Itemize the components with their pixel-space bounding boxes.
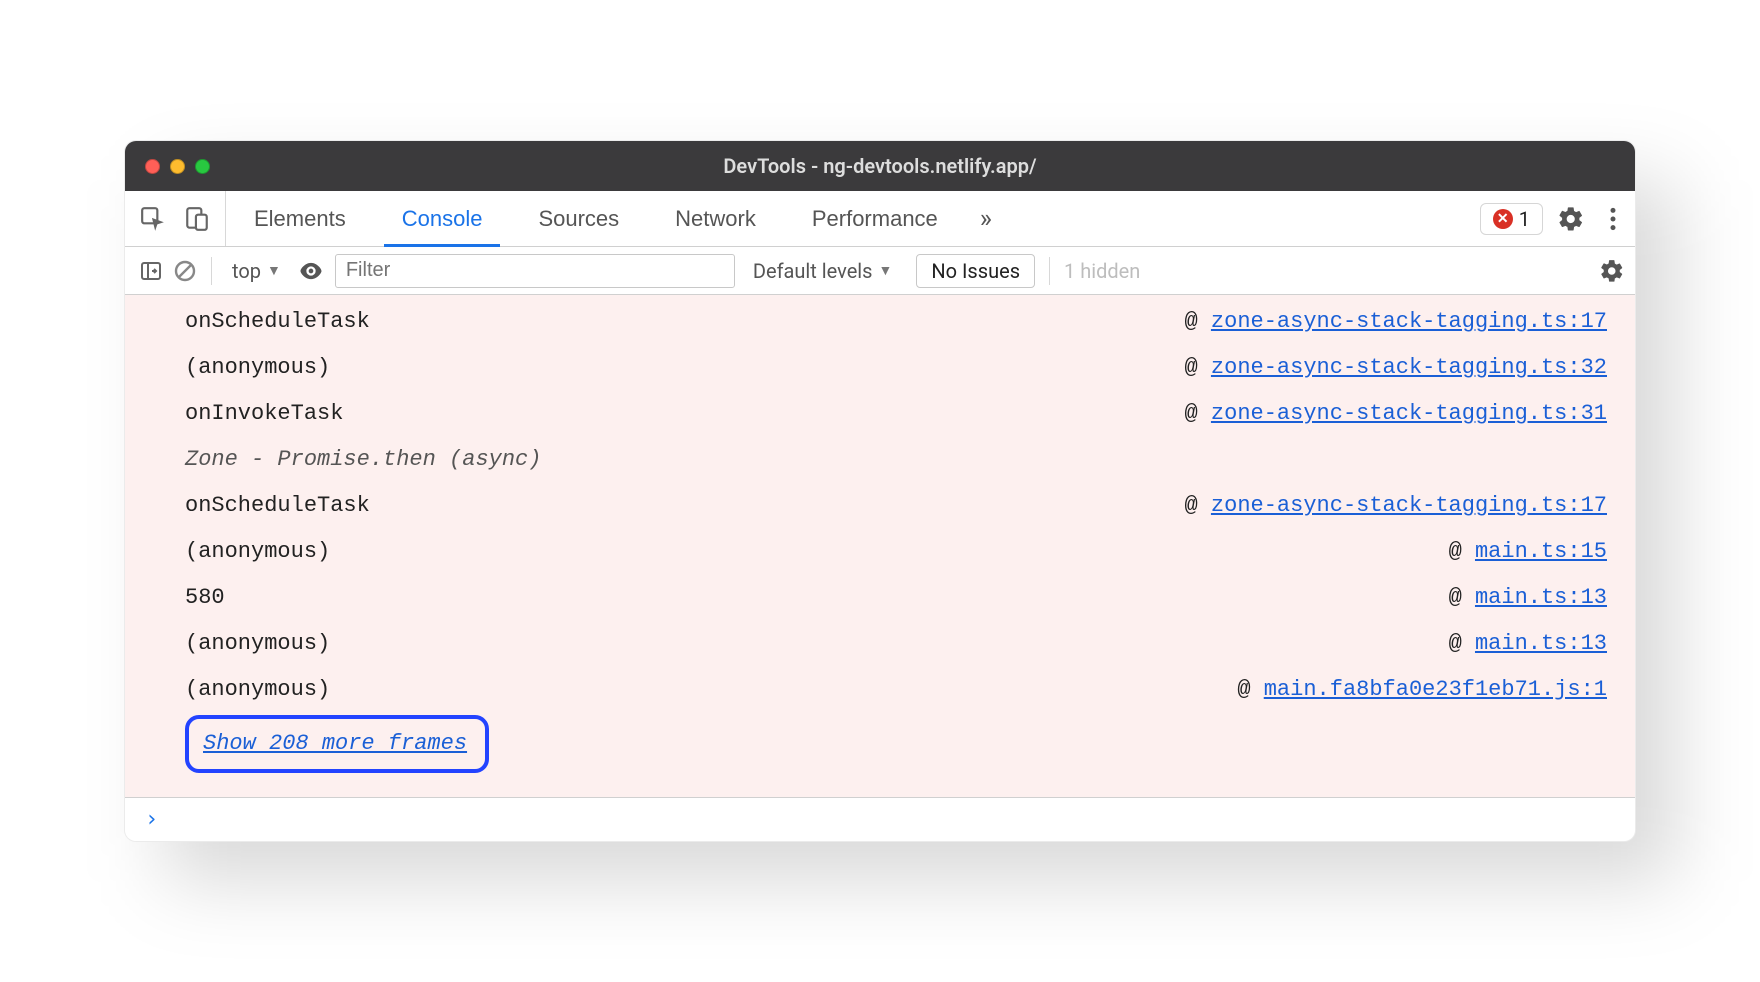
context-label: top (232, 259, 261, 283)
console-toolbar: top ▼ Default levels ▼ No Issues 1 hidde… (125, 247, 1635, 295)
prompt-chevron-icon: › (145, 807, 158, 832)
more-tabs-button[interactable]: » (966, 191, 1006, 246)
minimize-window-button[interactable] (170, 159, 185, 174)
console-filter-input[interactable] (335, 254, 735, 288)
clear-console-icon[interactable] (173, 259, 197, 283)
stack-frame: (anonymous) @ main.fa8bfa0e23f1eb71.js:1 (185, 667, 1607, 713)
source-link[interactable]: main.ts:13 (1475, 585, 1607, 610)
frame-function: onScheduleTask (185, 483, 370, 529)
inspect-element-icon[interactable] (139, 205, 167, 233)
show-more-frames-link[interactable]: Show 208 more frames (197, 730, 473, 757)
stack-trace: onScheduleTask @ zone-async-stack-tagging… (125, 295, 1635, 791)
frame-function: 580 (185, 575, 225, 621)
async-boundary: Zone - Promise.then (async) (185, 437, 1607, 483)
frame-source: @ zone-async-stack-tagging.ts:32 (1185, 345, 1607, 391)
stack-frame: (anonymous) @ main.ts:15 (185, 529, 1607, 575)
device-toolbar-icon[interactable] (183, 205, 211, 233)
console-sidebar-toggle-icon[interactable] (139, 259, 163, 283)
tab-sources[interactable]: Sources (510, 191, 647, 246)
panels-tablist: Elements Console Sources Network Perform… (226, 191, 1470, 246)
hidden-count: 1 hidden (1064, 259, 1140, 283)
kebab-menu-icon[interactable] (1599, 205, 1627, 233)
error-icon: ✕ (1493, 209, 1513, 229)
issues-label: No Issues (931, 259, 1020, 283)
error-count: 1 (1519, 207, 1530, 231)
frame-source: @ main.ts:15 (1449, 529, 1607, 575)
frame-source: @ main.ts:13 (1449, 621, 1607, 667)
log-levels-selector[interactable]: Default levels ▼ (753, 259, 893, 283)
frame-source: @ zone-async-stack-tagging.ts:31 (1185, 391, 1607, 437)
devtools-window: DevTools - ng-devtools.netlify.app/ Elem… (124, 140, 1636, 842)
window-title: DevTools - ng-devtools.netlify.app/ (125, 154, 1635, 178)
source-link[interactable]: zone-async-stack-tagging.ts:31 (1211, 401, 1607, 426)
stack-frame: (anonymous) @ zone-async-stack-tagging.ts… (185, 345, 1607, 391)
show-more-frames-highlight: Show 208 more frames (185, 715, 489, 773)
live-expression-icon[interactable] (297, 257, 325, 285)
stack-frame: onInvokeTask @ zone-async-stack-tagging.t… (185, 391, 1607, 437)
frame-source: @ main.fa8bfa0e23f1eb71.js:1 (1237, 667, 1607, 713)
frame-source: @ zone-async-stack-tagging.ts:17 (1185, 483, 1607, 529)
frame-function: (anonymous) (185, 667, 330, 713)
traffic-lights (125, 159, 210, 174)
frame-function: onInvokeTask (185, 391, 343, 437)
console-settings-icon[interactable] (1599, 258, 1625, 284)
tab-network[interactable]: Network (647, 191, 784, 246)
chevron-down-icon: ▼ (879, 262, 893, 279)
frame-source: @ main.ts:13 (1449, 575, 1607, 621)
source-link[interactable]: zone-async-stack-tagging.ts:17 (1211, 493, 1607, 518)
stack-frame: onScheduleTask @ zone-async-stack-tagging… (185, 483, 1607, 529)
source-link[interactable]: main.ts:13 (1475, 631, 1607, 656)
tab-elements[interactable]: Elements (226, 191, 374, 246)
source-link[interactable]: main.fa8bfa0e23f1eb71.js:1 (1264, 677, 1607, 702)
console-prompt[interactable]: › (125, 797, 1635, 841)
issues-button[interactable]: No Issues (916, 254, 1035, 288)
window-titlebar: DevTools - ng-devtools.netlify.app/ (125, 141, 1635, 191)
frame-function: (anonymous) (185, 529, 330, 575)
chevron-down-icon: ▼ (267, 262, 281, 279)
stack-frame: (anonymous) @ main.ts:13 (185, 621, 1607, 667)
frame-function: (anonymous) (185, 345, 330, 391)
levels-label: Default levels (753, 259, 873, 283)
console-output: onScheduleTask @ zone-async-stack-tagging… (125, 295, 1635, 797)
stack-frame: onScheduleTask @ zone-async-stack-tagging… (185, 299, 1607, 345)
source-link[interactable]: zone-async-stack-tagging.ts:17 (1211, 309, 1607, 334)
execution-context-selector[interactable]: top ▼ (226, 259, 287, 283)
stack-frame: 580 @ main.ts:13 (185, 575, 1607, 621)
source-link[interactable]: main.ts:15 (1475, 539, 1607, 564)
tab-performance[interactable]: Performance (784, 191, 966, 246)
frame-source: @ zone-async-stack-tagging.ts:17 (1185, 299, 1607, 345)
main-tabs: Elements Console Sources Network Perform… (125, 191, 1635, 247)
frame-function: (anonymous) (185, 621, 330, 667)
maximize-window-button[interactable] (195, 159, 210, 174)
source-link[interactable]: zone-async-stack-tagging.ts:32 (1211, 355, 1607, 380)
error-count-pill[interactable]: ✕ 1 (1480, 203, 1543, 235)
tab-console[interactable]: Console (374, 191, 511, 246)
frame-function: onScheduleTask (185, 299, 370, 345)
settings-icon[interactable] (1557, 205, 1585, 233)
close-window-button[interactable] (145, 159, 160, 174)
